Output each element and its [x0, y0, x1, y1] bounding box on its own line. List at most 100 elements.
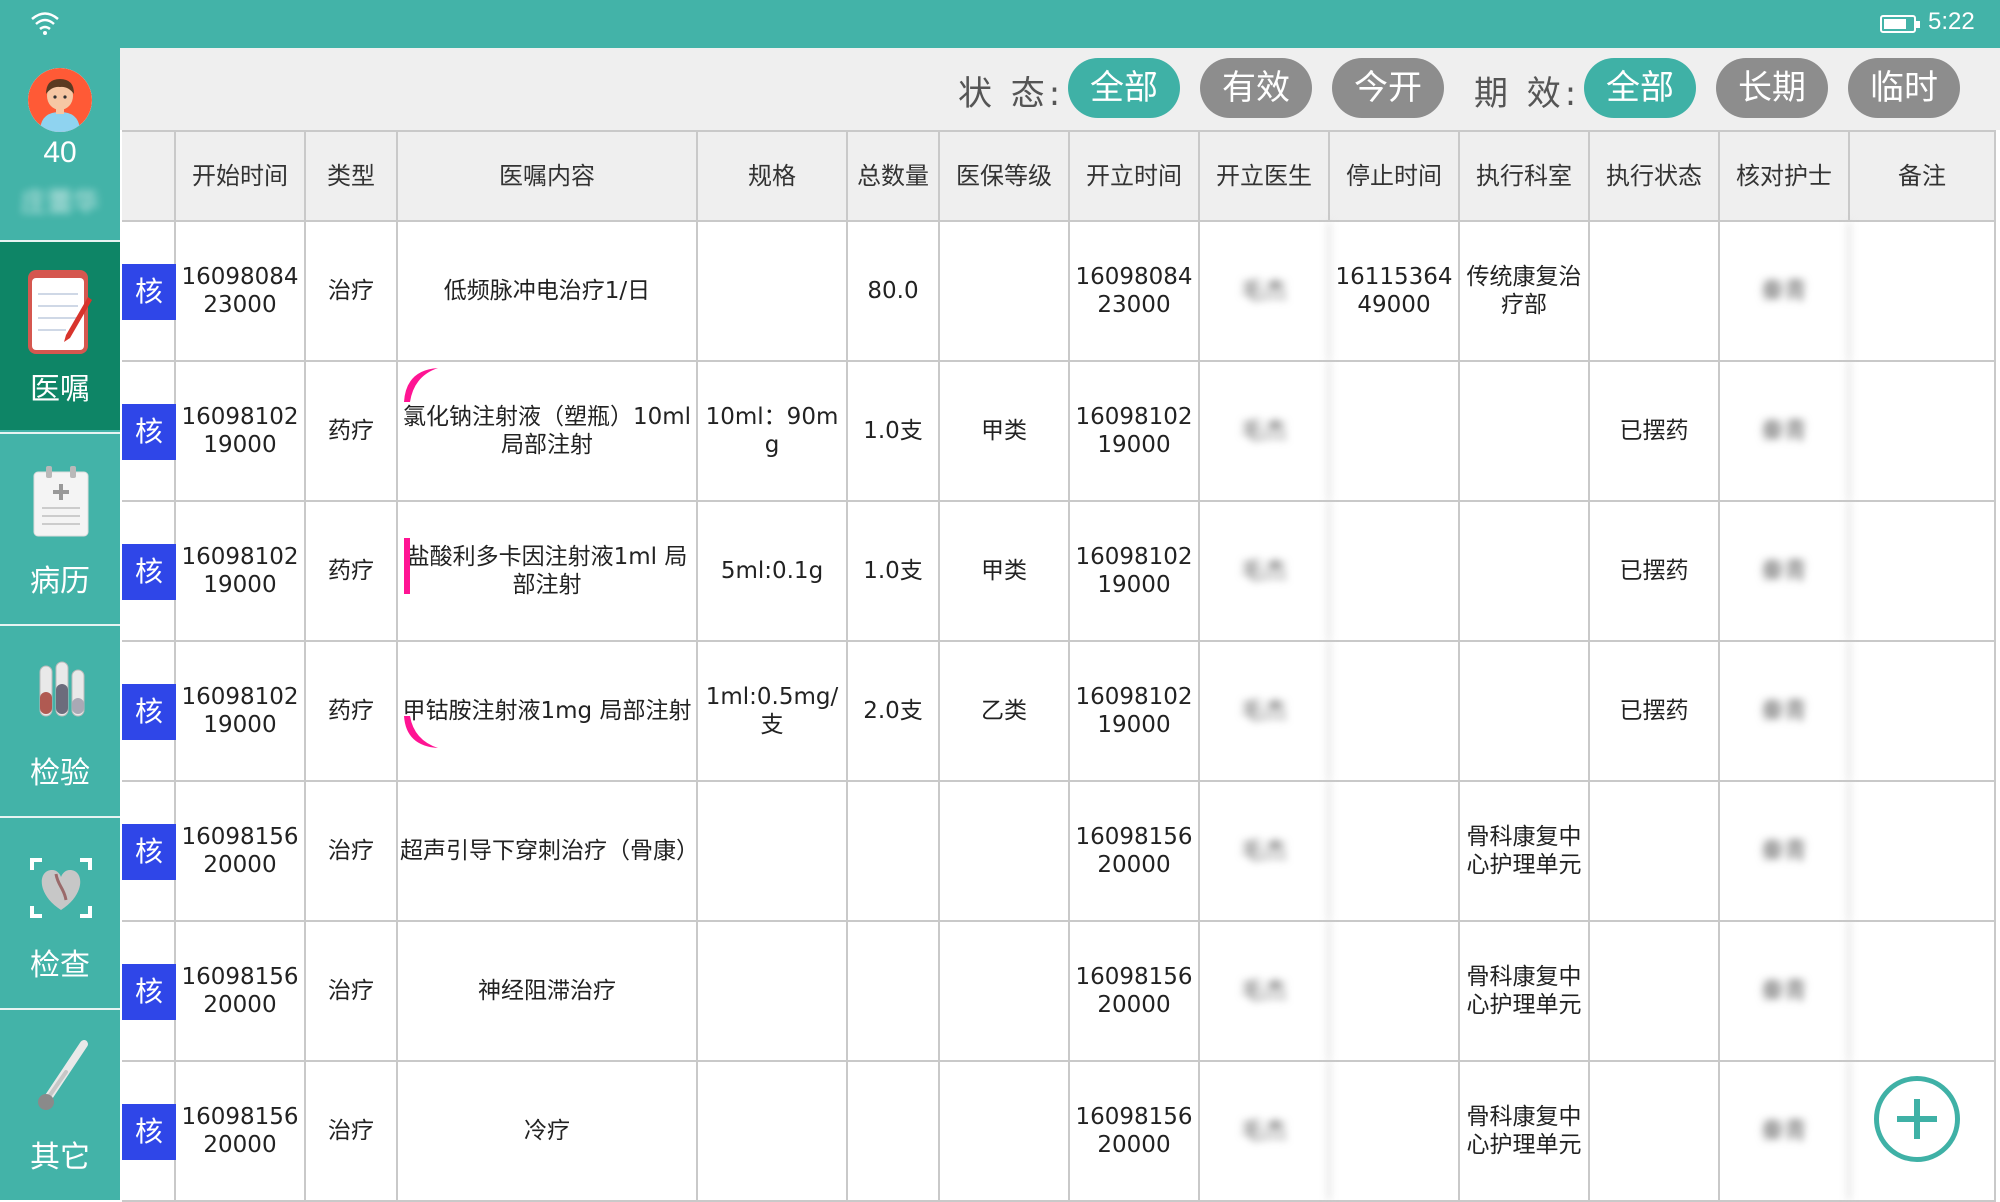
cell-dept — [1460, 642, 1590, 780]
cell-insurance — [940, 1062, 1070, 1200]
column-header-open-time: 开立时间 — [1070, 132, 1200, 220]
sidebar-item-lab[interactable]: 检验 — [0, 624, 120, 814]
column-header-quantity: 总数量 — [848, 132, 940, 220]
cell-dept: 骨科康复中心护理单元 — [1460, 1062, 1590, 1200]
period-filter-temp[interactable]: 临时 — [1848, 58, 1960, 118]
cell-nurse: 秦青 — [1720, 922, 1850, 1060]
cell-quantity: 1.0支 — [848, 362, 940, 500]
cell-check-col: 核 — [122, 922, 176, 1060]
column-header-doctor: 开立医生 — [1200, 132, 1330, 220]
period-filter-long[interactable]: 长期 — [1716, 58, 1828, 118]
check-button[interactable]: 核 — [122, 964, 176, 1020]
cell-nurse: 秦青 — [1720, 782, 1850, 920]
check-button[interactable]: 核 — [122, 1104, 176, 1160]
group-mark — [404, 538, 410, 594]
cell-check-col: 核 — [122, 642, 176, 780]
test-tubes-icon — [39, 661, 85, 717]
cell-quantity — [848, 1062, 940, 1200]
cell-open-time: 1609808423000 — [1070, 222, 1200, 360]
cell-nurse: 秦青 — [1720, 222, 1850, 360]
table-row[interactable]: 核 1609810219000 药疗 盐酸利多卡因注射液1ml 局部注射 5ml:0.1… — [122, 502, 1996, 642]
column-header-content: 医嘱内容 — [398, 132, 698, 220]
cell-open-time: 1609810219000 — [1070, 502, 1200, 640]
column-header-exec-status: 执行状态 — [1590, 132, 1720, 220]
cell-stop-time — [1330, 362, 1460, 500]
table-row[interactable]: 核 1609808423000 治疗 低频脉冲电治疗1/日 80.0 1609808423… — [122, 222, 1996, 362]
battery-icon — [1880, 15, 1920, 33]
table-row[interactable]: 核 1609815620000 治疗 神经阻滞治疗 1609815620000 毛杰 骨科康… — [122, 922, 1996, 1062]
cell-open-time: 1609815620000 — [1070, 782, 1200, 920]
sidebar-item-label: 病历 — [30, 564, 90, 599]
table-row[interactable]: 核 1609810219000 药疗 氯化钠注射液（塑瓶）10ml 局部注射 10ml：… — [122, 362, 1996, 502]
status-bar: 5:22 — [0, 0, 2000, 48]
patient-profile[interactable]: 40 庄蕾华 — [0, 48, 120, 240]
thermometer-icon — [38, 1040, 88, 1110]
cell-start-time: 1609810219000 — [176, 642, 306, 780]
status-filter-today[interactable]: 今开 — [1332, 58, 1444, 118]
table-row[interactable]: 核 1609815620000 治疗 冷疗 1609815620000 毛杰 骨科康复中心护… — [122, 1062, 1996, 1202]
cell-type: 药疗 — [306, 362, 398, 500]
cell-stop-time — [1330, 922, 1460, 1060]
check-button[interactable]: 核 — [122, 684, 176, 740]
cell-doctor: 毛杰 — [1200, 642, 1330, 780]
cell-dept — [1460, 362, 1590, 500]
check-button[interactable]: 核 — [122, 264, 176, 320]
sidebar-item-label: 其它 — [30, 1140, 90, 1175]
cell-doctor: 毛杰 — [1200, 362, 1330, 500]
cell-dept — [1460, 502, 1590, 640]
plus-circle-icon[interactable] — [1874, 1076, 1960, 1162]
medical-record-icon — [33, 466, 89, 537]
cell-doctor: 毛杰 — [1200, 222, 1330, 360]
cell-insurance — [940, 782, 1070, 920]
status-filter-label: 状 态: — [958, 74, 1065, 114]
sidebar: 40 庄蕾华 医嘱 病历 检验 检查 其它 — [0, 48, 120, 1200]
cell-quantity: 80.0 — [848, 222, 940, 360]
period-filter-all[interactable]: 全部 — [1584, 58, 1696, 118]
status-filter-valid[interactable]: 有效 — [1200, 58, 1312, 118]
cell-check-col: 核 — [122, 222, 176, 360]
cell-content: 冷疗 — [398, 1062, 698, 1200]
cell-spec: 10ml：90mg — [698, 362, 848, 500]
sidebar-item-medical-record[interactable]: 病历 — [0, 432, 120, 622]
cell-dept: 骨科康复中心护理单元 — [1460, 782, 1590, 920]
cell-nurse: 秦青 — [1720, 362, 1850, 500]
cell-content: 低频脉冲电治疗1/日 — [398, 222, 698, 360]
cell-content: 甲钴胺注射液1mg 局部注射 — [398, 642, 698, 780]
period-filter-label: 期 效: — [1474, 74, 1581, 114]
sidebar-item-orders[interactable]: 医嘱 — [0, 240, 120, 430]
cell-stop-time — [1330, 782, 1460, 920]
avatar[interactable] — [28, 68, 92, 132]
group-mark — [404, 716, 438, 748]
table-header: 开始时间 类型 医嘱内容 规格 总数量 医保等级 开立时间 开立医生 停止时间 执行科室 执行状态核… — [122, 130, 1996, 222]
column-header-spec: 规格 — [698, 132, 848, 220]
cell-quantity: 2.0支 — [848, 642, 940, 780]
cell-spec: 1ml:0.5mg/支 — [698, 642, 848, 780]
cell-start-time: 1609810219000 — [176, 502, 306, 640]
check-button[interactable]: 核 — [122, 404, 176, 460]
table-row[interactable]: 核 1609815620000 治疗 超声引导下穿刺治疗（骨康） 16098156200… — [122, 782, 1996, 922]
notepad-pen-icon — [28, 270, 92, 354]
cell-quantity: 1.0支 — [848, 502, 940, 640]
sidebar-item-label: 检查 — [30, 948, 90, 983]
bed-number: 40 — [43, 136, 77, 169]
clock: 5:22 — [1928, 8, 1975, 35]
cell-content: 氯化钠注射液（塑瓶）10ml 局部注射 — [398, 362, 698, 500]
cell-doctor: 毛杰 — [1200, 922, 1330, 1060]
cell-start-time: 1609810219000 — [176, 362, 306, 500]
sidebar-item-exam[interactable]: 检查 — [0, 816, 120, 1006]
status-filter-all[interactable]: 全部 — [1068, 58, 1180, 118]
cell-note — [1850, 362, 1996, 500]
cell-check-col: 核 — [122, 502, 176, 640]
sidebar-item-other[interactable]: 其它 — [0, 1008, 120, 1198]
check-button[interactable]: 核 — [122, 824, 176, 880]
cell-quantity — [848, 782, 940, 920]
cell-open-time: 1609810219000 — [1070, 362, 1200, 500]
check-button[interactable]: 核 — [122, 544, 176, 600]
cell-stop-time: 1611536449000 — [1330, 222, 1460, 360]
cell-stop-time — [1330, 1062, 1460, 1200]
column-header-nurse: 核对护士 — [1720, 132, 1850, 220]
cell-start-time: 1609815620000 — [176, 922, 306, 1060]
table-row[interactable]: 核 1609810219000 药疗 甲钴胺注射液1mg 局部注射 1ml:0.5mg/… — [122, 642, 1996, 782]
column-header-check-col — [122, 132, 176, 220]
cell-doctor: 毛杰 — [1200, 1062, 1330, 1200]
